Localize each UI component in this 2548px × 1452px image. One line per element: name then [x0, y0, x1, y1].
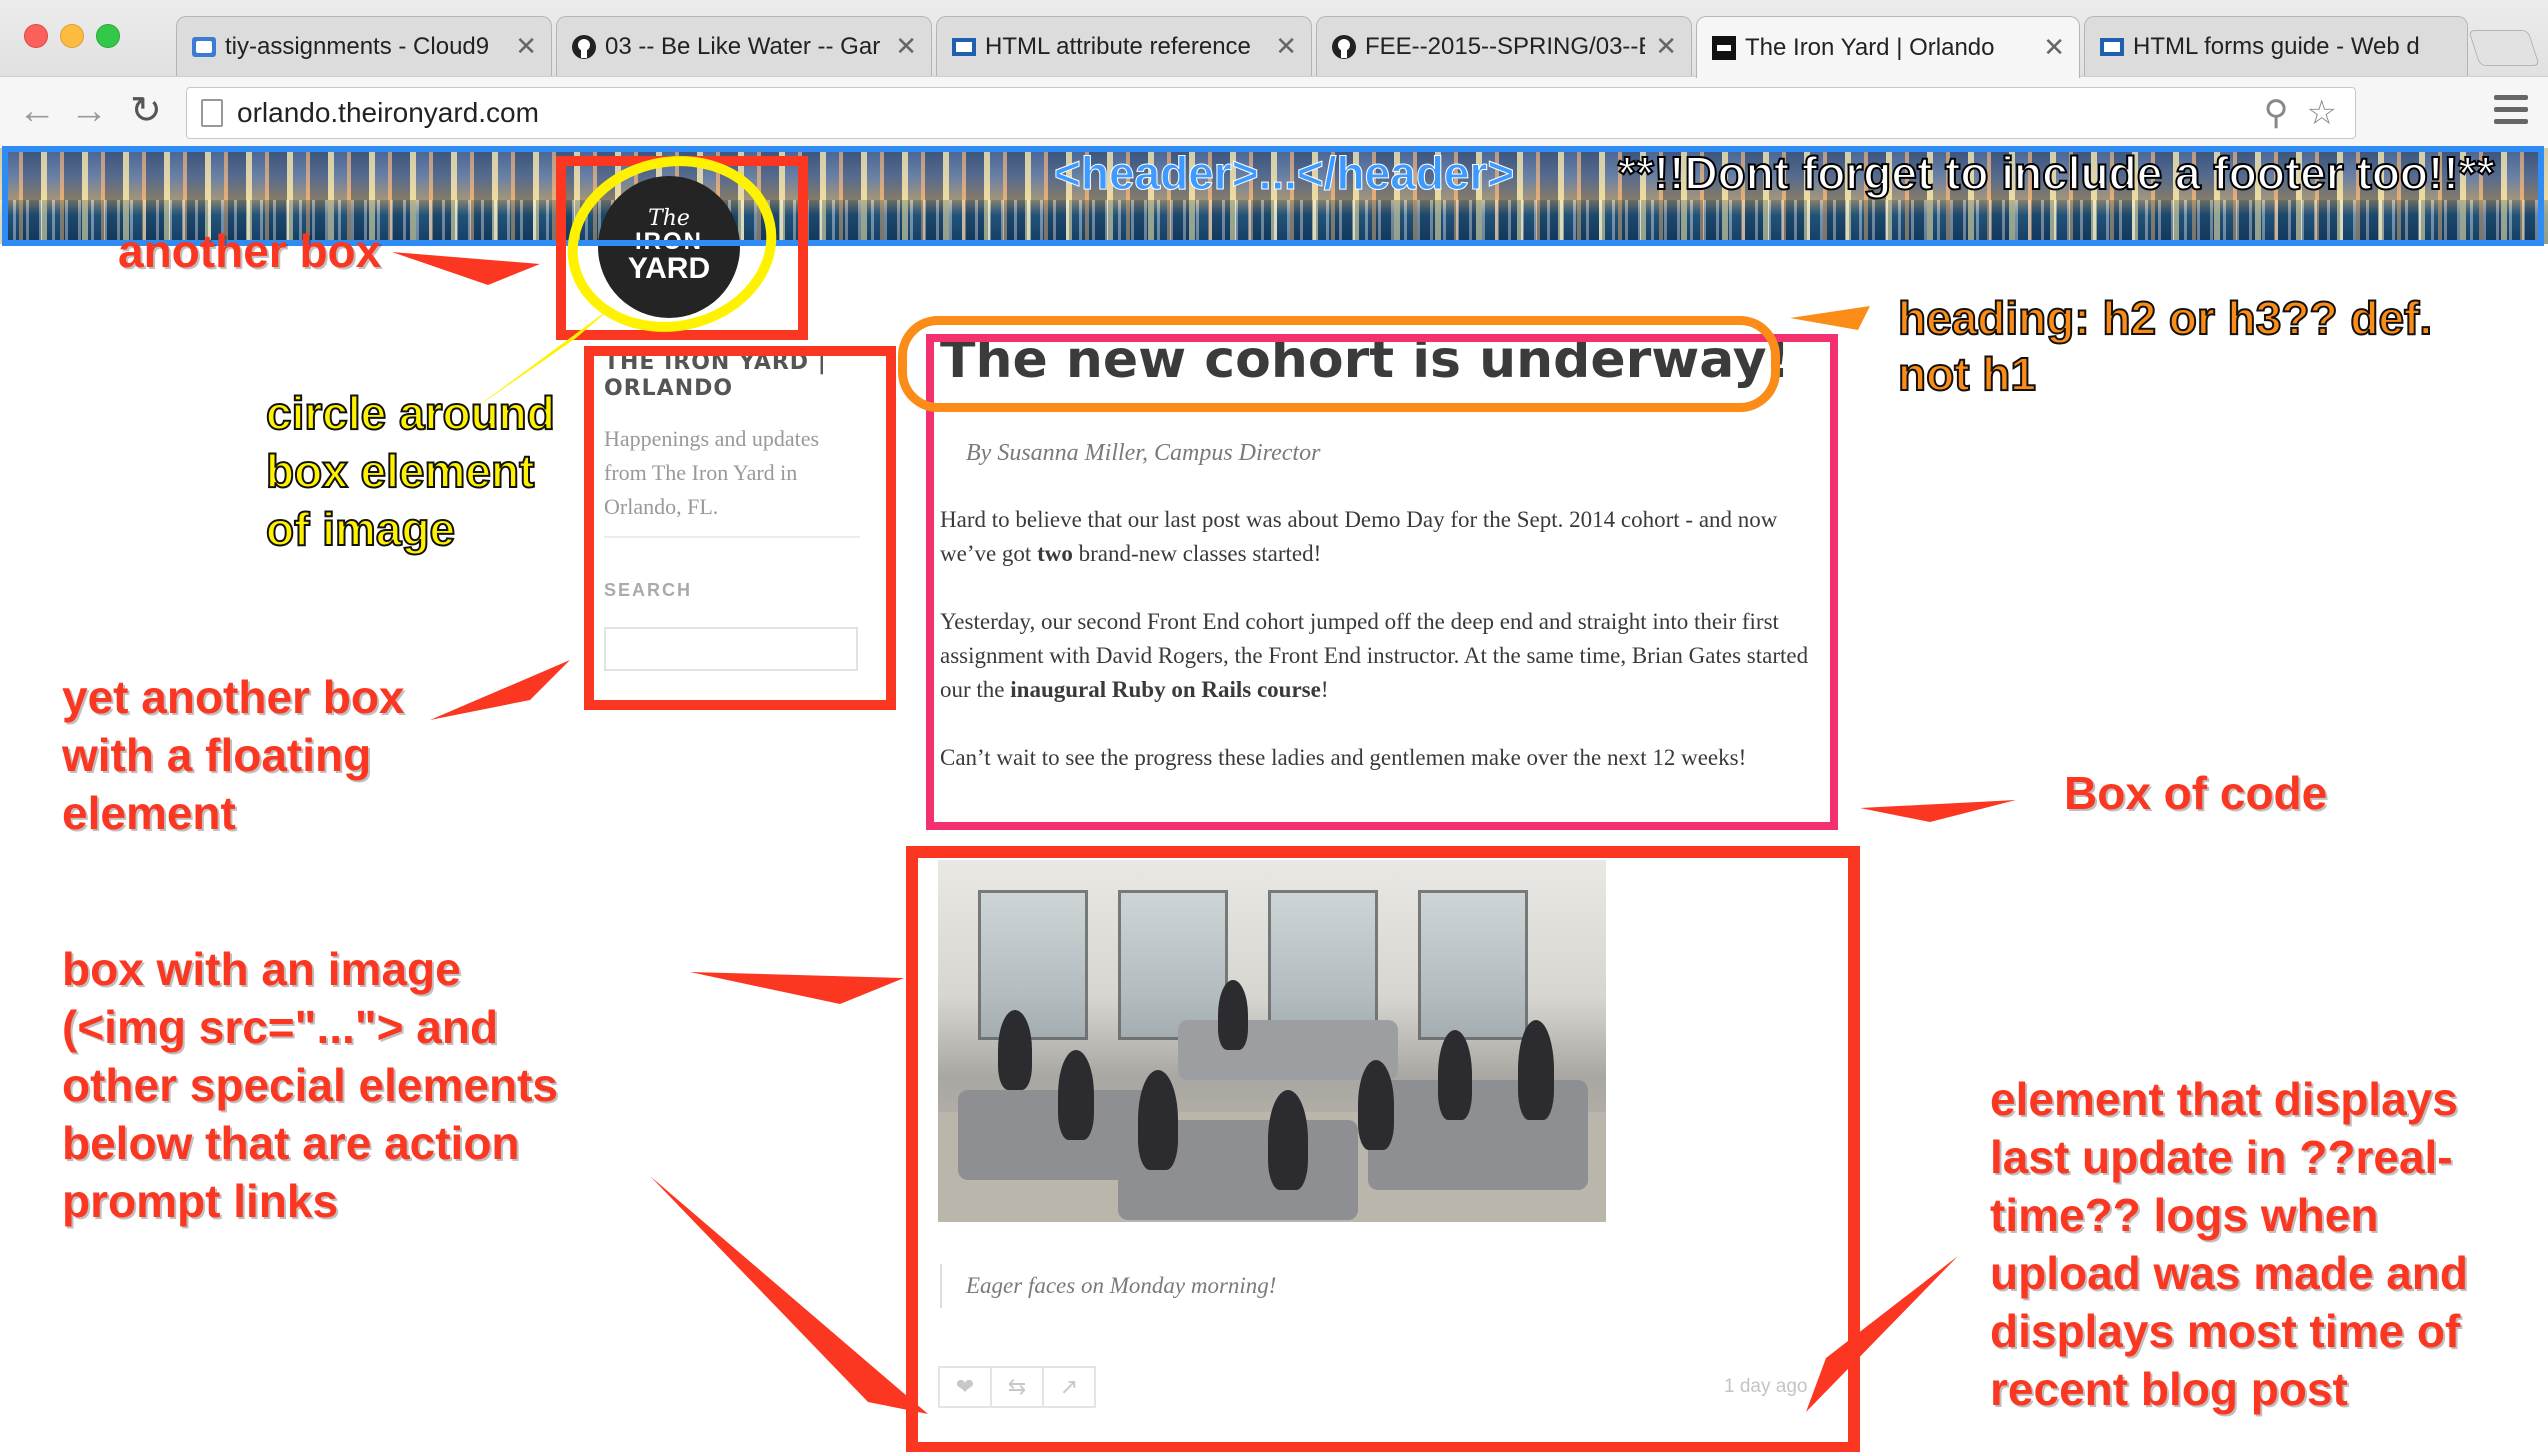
circle-note: circle around box element of image: [265, 386, 556, 556]
arrow-another-box: [392, 252, 540, 285]
tab-title: The Iron Yard | Orlando: [1745, 33, 1995, 61]
footer-reminder-note: **!!Dont forget to include a footer too!…: [1617, 146, 2495, 200]
box-of-code-note: Box of code: [2064, 767, 2328, 819]
iron-yard-icon: [1711, 35, 1737, 61]
another-box-note: another box: [118, 225, 382, 277]
arrow-heading-note: [1790, 306, 1870, 330]
tab-the-iron-yard-orlando[interactable]: The Iron Yard | Orlando ✕: [1696, 16, 2080, 78]
heading-note: heading: h2 or h3?? def. not h1: [1897, 291, 2433, 401]
arrow-box-of-code: [1860, 800, 2016, 822]
arrow-sidebar-note: [430, 660, 570, 720]
arrow-timestamp: [1806, 1256, 1958, 1412]
arrow-image-box: [690, 972, 904, 1004]
image-box-note: box with an image (<img src="..."> and o…: [62, 943, 558, 1227]
tab-close-icon[interactable]: ✕: [2043, 32, 2065, 63]
header-annotation-label: <header>...</header>: [1053, 147, 1515, 200]
timestamp-note: element that displays last update in ??r…: [1990, 1073, 2468, 1415]
floating-element-note: yet another box with a floating element: [62, 671, 405, 839]
yellow-circle-annotation: [567, 156, 777, 332]
arrow-action-links: [650, 1176, 928, 1414]
